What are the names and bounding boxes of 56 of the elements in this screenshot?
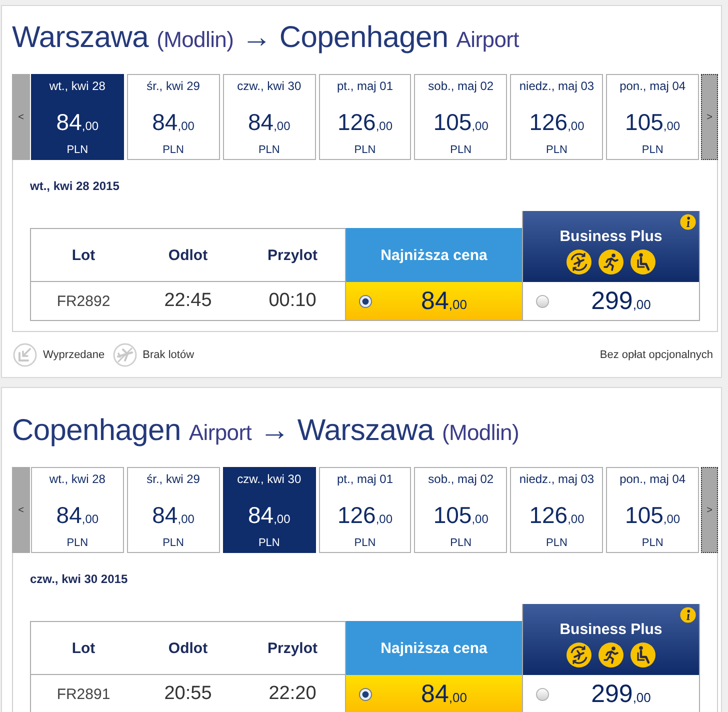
next-dates-button[interactable]: > <box>701 467 718 553</box>
date-tile[interactable]: niedz., maj 03 126,00 PLN <box>510 467 604 553</box>
arrival-time: 22:20 <box>268 683 316 705</box>
selected-date: wt., kwi 28 2015 <box>30 179 120 193</box>
plane-arrows-icon <box>566 249 592 275</box>
date-tile[interactable]: czw., kwi 30 84,00 PLN <box>222 74 316 160</box>
date-tile[interactable]: wt., kwi 28 84,00 PLN <box>31 74 124 160</box>
fee-note: Bez opłat opcjonalnych <box>600 348 713 360</box>
radio-button[interactable] <box>536 295 549 308</box>
column-header: Odlot <box>136 228 240 282</box>
route-title: Copenhagen Airport → Warszawa (Modlin) <box>12 413 520 449</box>
previous-dates-button[interactable]: < <box>12 74 30 160</box>
running-person-icon <box>598 642 624 668</box>
date-tile[interactable]: śr., kwi 29 84,00 PLN <box>126 74 220 160</box>
departure-time: 20:55 <box>164 683 212 705</box>
fare-price: 84,00 <box>421 286 467 316</box>
date-tile[interactable]: pon., maj 04 105,00 PLN <box>606 467 700 553</box>
arrival-time: 00:10 <box>268 290 316 312</box>
date-tile[interactable]: pt., maj 01 126,00 PLN <box>318 74 412 160</box>
legend-label: Wyprzedane <box>43 348 105 360</box>
info-icon[interactable] <box>680 214 696 230</box>
radio-button[interactable] <box>359 688 372 701</box>
fare-price: 84,00 <box>421 680 467 708</box>
fare-header: Najniższa cena <box>345 621 522 675</box>
plane-arrows-icon <box>566 642 592 668</box>
running-person-icon <box>598 249 624 275</box>
column-header: Odlot <box>136 621 240 675</box>
fare-name: Business Plus <box>560 228 662 245</box>
date-tile[interactable]: sob., maj 02 105,00 PLN <box>414 74 508 160</box>
date-tile[interactable]: czw., kwi 30 84,00 PLN <box>222 467 316 553</box>
date-tile[interactable]: pon., maj 04 105,00 PLN <box>606 74 700 160</box>
fare-price: 299,00 <box>591 680 651 708</box>
crossed-plane-icon <box>112 342 137 366</box>
column-header: Lot <box>30 621 136 675</box>
legend-label: Brak lotów <box>142 348 194 360</box>
date-tile[interactable]: niedz., maj 03 126,00 PLN <box>510 74 604 160</box>
flight-number: FR2891 <box>56 686 110 702</box>
radio-button[interactable] <box>359 295 372 308</box>
radio-button[interactable] <box>536 688 549 701</box>
seated-person-icon <box>630 249 656 275</box>
next-dates-button[interactable]: > <box>701 74 718 160</box>
route-title: Warszawa (Modlin) → Copenhagen Airport <box>12 20 520 56</box>
flight-number: FR2892 <box>56 292 110 310</box>
fare-header: Najniższa cena <box>345 228 522 282</box>
date-tile[interactable]: sob., maj 02 105,00 PLN <box>414 467 508 553</box>
info-icon[interactable] <box>680 607 696 623</box>
selected-date: czw., kwi 30 2015 <box>30 572 129 586</box>
date-tile[interactable]: wt., kwi 28 84,00 PLN <box>31 467 124 553</box>
date-tile[interactable]: pt., maj 01 126,00 PLN <box>318 467 412 553</box>
departure-time: 22:45 <box>164 290 212 312</box>
fare-price: 299,00 <box>591 286 651 316</box>
seated-person-icon <box>630 642 656 668</box>
date-tile[interactable]: śr., kwi 29 84,00 PLN <box>126 467 220 553</box>
column-header: Lot <box>30 228 136 282</box>
previous-dates-button[interactable]: < <box>12 467 30 553</box>
fare-name: Business Plus <box>560 621 662 638</box>
